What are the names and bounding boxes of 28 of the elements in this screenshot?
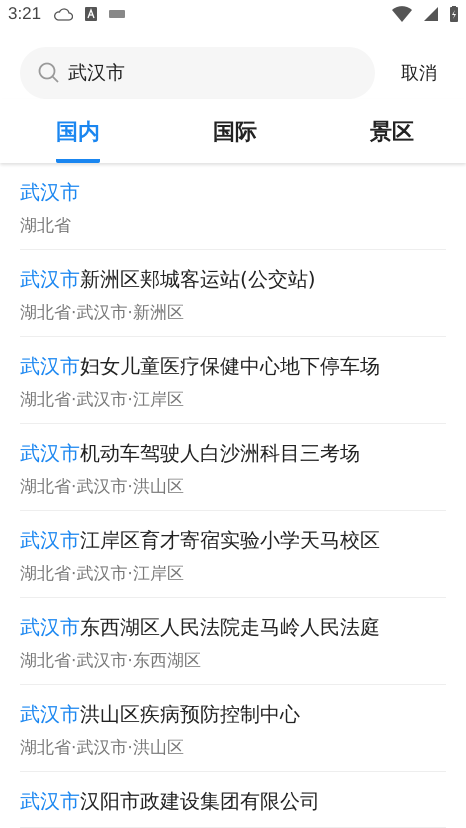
result-title[interactable]: 武汉市新洲区郏城客运站(公交站)	[20, 266, 446, 293]
search-field[interactable]: 武汉市	[20, 47, 375, 99]
result-title[interactable]: 武汉市妇女儿童医疗保健中心地下停车场	[20, 353, 446, 380]
cloud-icon	[53, 6, 74, 20]
result-region: 湖北省·武汉市·洪山区	[20, 737, 185, 759]
result-region: 湖北省·武汉市·新洲区	[20, 302, 185, 324]
result-title[interactable]: 武汉市江岸区育才寄宿实验小学天马校区	[20, 527, 446, 554]
result-title[interactable]: 武汉市洪山区疾病预防控制中心	[20, 701, 446, 728]
result-region: 湖北省·武汉市·江岸区	[20, 563, 185, 585]
result-region: 湖北省·武汉市·洪山区	[20, 476, 185, 498]
tab[interactable]: 景区	[370, 113, 414, 163]
keyboard-app-icon	[85, 6, 98, 20]
tab[interactable]: 国内	[56, 113, 100, 163]
keyboard-icon	[109, 10, 126, 18]
result-title[interactable]: 武汉市	[20, 179, 446, 206]
result-region: 湖北省·武汉市·东西湖区	[20, 650, 202, 672]
result-region: 湖北省·武汉市·江岸区	[20, 389, 185, 411]
result-region: 湖北省	[20, 215, 72, 237]
result-title[interactable]: 武汉市东西湖区人民法院走马岭人民法庭	[20, 614, 446, 641]
cancel-button[interactable]: 取消	[401, 61, 437, 85]
status-time: 3:21	[8, 4, 42, 24]
search-icon	[38, 62, 60, 84]
result-title[interactable]: 武汉市汉阳市政建设集团有限公司	[20, 788, 446, 815]
result-title[interactable]: 武汉市机动车驾驶人白沙洲科目三考场	[20, 440, 446, 467]
battery-icon	[450, 6, 458, 22]
tab[interactable]: 国际	[213, 113, 257, 163]
wifi-icon	[392, 6, 412, 22]
signal-icon	[424, 6, 438, 20]
